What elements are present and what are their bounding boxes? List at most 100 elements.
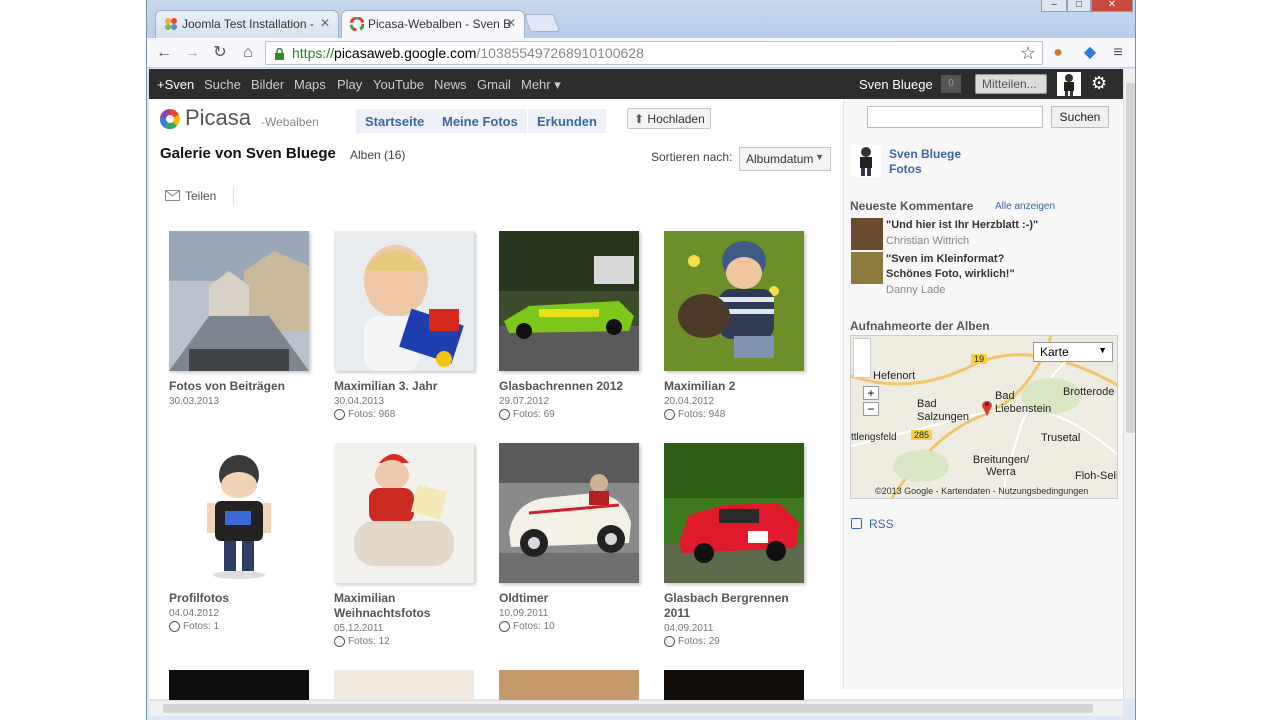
map-type-select[interactable]: Karte ▼ (1033, 342, 1113, 362)
map-footer[interactable]: ©2013 Google - Kartendaten - Nutzungsbed… (875, 486, 1088, 496)
gbar-item-maps[interactable]: Maps (294, 77, 326, 92)
zoom-in-button[interactable]: + (863, 386, 879, 400)
album-card[interactable]: Maximilian 3. Jahr 30.04.2013 Fotos: 968 (334, 231, 474, 420)
album-card[interactable]: Oldtimer 10.09.2011 Fotos: 10 (499, 443, 639, 632)
comment-thumbnail[interactable] (851, 252, 883, 284)
tab-startseite[interactable]: Startseite (356, 109, 434, 133)
scrollbar-thumb[interactable] (1126, 83, 1135, 433)
sidebar-user-photos[interactable]: Fotos (889, 162, 922, 176)
comment-thumbnail[interactable] (851, 218, 883, 250)
tab-meine-fotos[interactable]: Meine Fotos (433, 109, 527, 133)
reload-button[interactable]: ↻ (209, 43, 231, 63)
vertical-scrollbar[interactable] (1123, 69, 1135, 699)
gbar-item-news[interactable]: News (434, 77, 467, 92)
album-name[interactable]: Maximilian Weihnachtsfotos (334, 591, 474, 621)
minimize-button[interactable]: – (1041, 0, 1067, 12)
album-name[interactable]: Maximilian 2 (664, 379, 804, 394)
globe-icon (499, 409, 510, 420)
comment-author[interactable]: Christian Wittrich (886, 235, 969, 247)
gbar-share-button[interactable]: Mitteilen... (975, 74, 1047, 94)
album-thumbnail[interactable] (664, 670, 804, 700)
upload-button[interactable]: ⬆ Hochladen (627, 108, 711, 129)
sidebar-user-name[interactable]: Sven Bluege (889, 147, 961, 161)
new-tab-button[interactable] (523, 14, 561, 32)
gbar-user-name[interactable]: Sven Bluege (859, 77, 933, 92)
album-name[interactable]: Oldtimer (499, 591, 639, 606)
notification-count[interactable]: 0 (941, 75, 961, 93)
album-name[interactable]: Glasbachrennen 2012 (499, 379, 639, 394)
album-card[interactable]: Maximilian Weihnachtsfotos 05.12.2011 Fo… (334, 443, 474, 647)
scrollbar-thumb[interactable] (163, 704, 1093, 713)
album-name[interactable]: Fotos von Beiträgen (169, 379, 309, 394)
album-thumbnail[interactable] (169, 443, 309, 583)
album-thumbnail[interactable] (334, 443, 474, 583)
close-tab-icon[interactable]: ✕ (506, 16, 516, 30)
album-map[interactable]: + − Hefenort Bad Salzungen Bad Liebenste… (850, 335, 1118, 499)
comment-text[interactable]: "Und hier ist Ihr Herzblatt :-)" (886, 218, 1066, 233)
search-button[interactable]: Suchen (1051, 106, 1109, 128)
search-input[interactable] (867, 106, 1043, 128)
picasa-logo-icon (159, 108, 181, 130)
comment-text[interactable]: "Sven im Kleinformat? Schönes Foto, wirk… (886, 252, 1036, 282)
zoom-out-button[interactable]: − (863, 402, 879, 416)
maximize-button[interactable]: □ (1067, 0, 1091, 12)
album-name[interactable]: Glasbach Bergrennen 2011 (664, 591, 804, 621)
album-thumbnail[interactable] (334, 670, 474, 700)
map-marker-icon[interactable] (981, 398, 993, 421)
map-label: Floh-Seli (1075, 470, 1118, 482)
home-button[interactable]: ⌂ (237, 43, 259, 63)
photo-count-text: Fotos: 29 (678, 636, 720, 647)
album-card[interactable]: Glasbach Bergrennen 2011 04.09.2011 Foto… (664, 443, 804, 647)
album-card[interactable]: Fotos von Beiträgen 30.03.2013 (169, 231, 309, 407)
album-thumbnail[interactable] (499, 670, 639, 700)
gear-icon[interactable]: ⚙ (1091, 73, 1107, 94)
tab-erkunden[interactable]: Erkunden (528, 109, 606, 133)
album-thumbnail[interactable] (169, 231, 309, 371)
gbar-item-suche[interactable]: Suche (204, 77, 241, 92)
album-photo-count: Fotos: 10 (499, 621, 639, 632)
show-all-comments-link[interactable]: Alle anzeigen (995, 201, 1055, 212)
sort-select[interactable]: Albumdatum ▼ (739, 147, 831, 171)
close-window-button[interactable]: ✕ (1091, 0, 1133, 12)
upload-icon: ⬆ (634, 112, 645, 126)
gbar-item-bilder[interactable]: Bilder (251, 77, 284, 92)
browser-window: Joomla Test Installation - ✕ Picasa-Weba… (146, 0, 1136, 720)
avatar[interactable] (1057, 72, 1081, 96)
album-thumbnail[interactable] (664, 443, 804, 583)
globe-icon (499, 621, 510, 632)
horizontal-scrollbar[interactable] (149, 700, 1123, 716)
picasa-favicon-icon (349, 16, 365, 32)
cookie-extension-icon[interactable]: ● (1047, 43, 1069, 63)
album-thumbnail[interactable] (169, 670, 309, 700)
street-view-icon[interactable] (853, 338, 871, 378)
album-thumbnail[interactable] (664, 231, 804, 371)
gbar-item-gmail[interactable]: Gmail (477, 77, 511, 92)
tab-joomla[interactable]: Joomla Test Installation - ✕ (155, 10, 339, 38)
album-thumbnail[interactable] (499, 231, 639, 371)
gbar-item-play[interactable]: Play (337, 77, 362, 92)
gbar-item-youtube[interactable]: YouTube (373, 77, 424, 92)
album-card[interactable]: Maximilian 2 20.04.2012 Fotos: 948 (664, 231, 804, 420)
rss-link[interactable]: RSS (851, 517, 894, 531)
menu-icon[interactable]: ≡ (1107, 43, 1129, 63)
back-button[interactable]: ← (153, 43, 175, 63)
extension-icon[interactable]: ◆ (1079, 43, 1101, 63)
comment-author[interactable]: Danny Lade (886, 284, 945, 296)
tab-picasa[interactable]: Picasa-Webalben - Sven B ✕ (341, 10, 525, 39)
album-name[interactable]: Maximilian 3. Jahr (334, 379, 474, 394)
forward-button[interactable]: → (181, 43, 203, 63)
avatar[interactable] (851, 145, 881, 177)
close-tab-icon[interactable]: ✕ (320, 16, 330, 30)
album-card[interactable]: Glasbachrennen 2012 29.07.2012 Fotos: 69 (499, 231, 639, 420)
gbar-item-plus-sven[interactable]: +Sven (157, 77, 194, 92)
url-path: /103855497268910100628 (476, 45, 644, 61)
share-button[interactable]: Teilen (165, 189, 216, 203)
desktop-right (1136, 0, 1280, 720)
album-thumbnail[interactable] (499, 443, 639, 583)
album-card[interactable]: Profilfotos 04.04.2012 Fotos: 1 (169, 443, 309, 632)
gbar-item-mehr[interactable]: Mehr ▾ (521, 77, 561, 93)
album-name[interactable]: Profilfotos (169, 591, 309, 606)
bookmark-star-icon[interactable]: ☆ (1017, 43, 1039, 63)
address-bar[interactable]: https://picasaweb.google.com/10385549726… (265, 41, 1043, 65)
album-thumbnail[interactable] (334, 231, 474, 371)
